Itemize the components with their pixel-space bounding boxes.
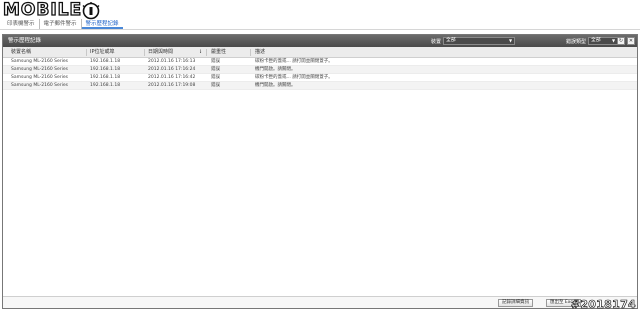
cell-ip: 192.168.1.18 — [90, 67, 121, 72]
cell-device: Samsung ML-2160 Series — [11, 83, 68, 88]
cell-severity: 錯誤 — [211, 59, 220, 64]
device-filter: 裝置 全部 ▼ — [431, 37, 516, 45]
table-row[interactable]: Samsung ML-2160 Series 192.168.1.18 2012… — [3, 66, 637, 74]
refresh-icon: ↻ — [618, 38, 624, 44]
col-device-name[interactable]: 裝置名稱 — [11, 47, 31, 58]
column-divider — [86, 49, 87, 56]
device-filter-label: 裝置 — [431, 38, 442, 45]
panel-header: 警示歷程記錄 裝置 全部 ▼ 錯誤類型 全部 ▼ ↻ ✕ — [3, 35, 637, 47]
tab-printer-alerts[interactable]: 印表機警示 — [3, 19, 40, 29]
alert-tabs: 印表機警示 電子郵件警示 警示歷程記錄 — [3, 19, 123, 29]
tab-email-alerts[interactable]: 電子郵件警示 — [40, 19, 82, 29]
col-description[interactable]: 描述 — [255, 47, 265, 58]
cell-datetime: 2012.01.16 17:16:13 — [148, 59, 196, 64]
cell-device: Samsung ML-2160 Series — [11, 59, 68, 64]
type-filter: 錯誤類型 全部 ▼ — [566, 37, 619, 45]
close-icon: ✕ — [628, 38, 634, 44]
type-select[interactable]: 全部 ▼ — [588, 37, 619, 45]
table-row[interactable]: Samsung ML-2160 Series 192.168.1.18 2012… — [3, 74, 637, 82]
sort-desc-icon[interactable]: ⇂ — [198, 47, 202, 58]
cell-ip: 192.168.1.18 — [90, 83, 121, 88]
log-details-button[interactable]: 記錄詳細資訊 — [498, 299, 533, 307]
type-select-value: 全部 — [591, 38, 601, 43]
tab-alert-history[interactable]: 警示歷程記錄 — [81, 19, 123, 29]
cell-device: Samsung ML-2160 Series — [11, 75, 68, 80]
col-ip-address[interactable]: IP位址或埠 — [90, 47, 115, 58]
column-divider — [144, 49, 145, 56]
cell-severity: 錯誤 — [211, 83, 220, 88]
watermark-id: #2018174 — [570, 298, 636, 312]
device-select-value: 全部 — [446, 38, 456, 43]
cell-datetime: 2012.01.16 17:16:42 — [148, 75, 196, 80]
cell-description: 機門開啟。請關閉。 — [255, 67, 296, 72]
cell-ip: 192.168.1.18 — [90, 75, 121, 80]
cell-device: Samsung ML-2160 Series — [11, 67, 68, 72]
cell-severity: 錯誤 — [211, 75, 220, 80]
column-divider — [250, 49, 251, 56]
cell-severity: 錯誤 — [211, 67, 220, 72]
panel-title: 警示歷程記錄 — [8, 38, 42, 44]
cell-description: 碳粉卡匣的蓋或... 請打開並關閉蓋子。 — [255, 75, 333, 80]
logo-text: MOBILE — [2, 0, 83, 20]
col-datetime[interactable]: 日期與時間 — [148, 47, 173, 58]
mobile01-logo: MOBILE — [2, 0, 101, 20]
cell-description: 機門開啟。請關閉。 — [255, 83, 296, 88]
panel-footer: 記錄詳細資訊 匯出至 Excel — [3, 296, 637, 308]
refresh-button[interactable]: ↻ — [617, 37, 625, 45]
chevron-down-icon: ▼ — [508, 38, 513, 43]
close-button[interactable]: ✕ — [627, 37, 635, 45]
cell-description: 碳粉卡匣的蓋或... 請打開並關閉蓋子。 — [255, 59, 333, 64]
type-filter-label: 錯誤類型 — [566, 38, 587, 45]
column-divider — [206, 49, 207, 56]
alert-history-panel: 警示歷程記錄 裝置 全部 ▼ 錯誤類型 全部 ▼ ↻ ✕ 裝置名稱 IP位址或埠 — [2, 34, 638, 309]
logo-mark-icon — [82, 1, 100, 19]
chevron-down-icon: ▼ — [611, 38, 616, 43]
cell-datetime: 2012.01.16 17:16:24 — [148, 67, 196, 72]
table-row[interactable]: Samsung ML-2160 Series 192.168.1.18 2012… — [3, 58, 637, 66]
device-select[interactable]: 全部 ▼ — [443, 37, 516, 45]
cell-ip: 192.168.1.18 — [90, 59, 121, 64]
col-severity[interactable]: 嚴重性 — [211, 47, 226, 58]
cell-datetime: 2012.01.16 17:19:08 — [148, 83, 196, 88]
tab-divider — [0, 29, 640, 30]
table-row[interactable]: Samsung ML-2160 Series 192.168.1.18 2012… — [3, 82, 637, 90]
table-header: 裝置名稱 IP位址或埠 日期與時間 ⇂ 嚴重性 描述 — [3, 47, 637, 58]
